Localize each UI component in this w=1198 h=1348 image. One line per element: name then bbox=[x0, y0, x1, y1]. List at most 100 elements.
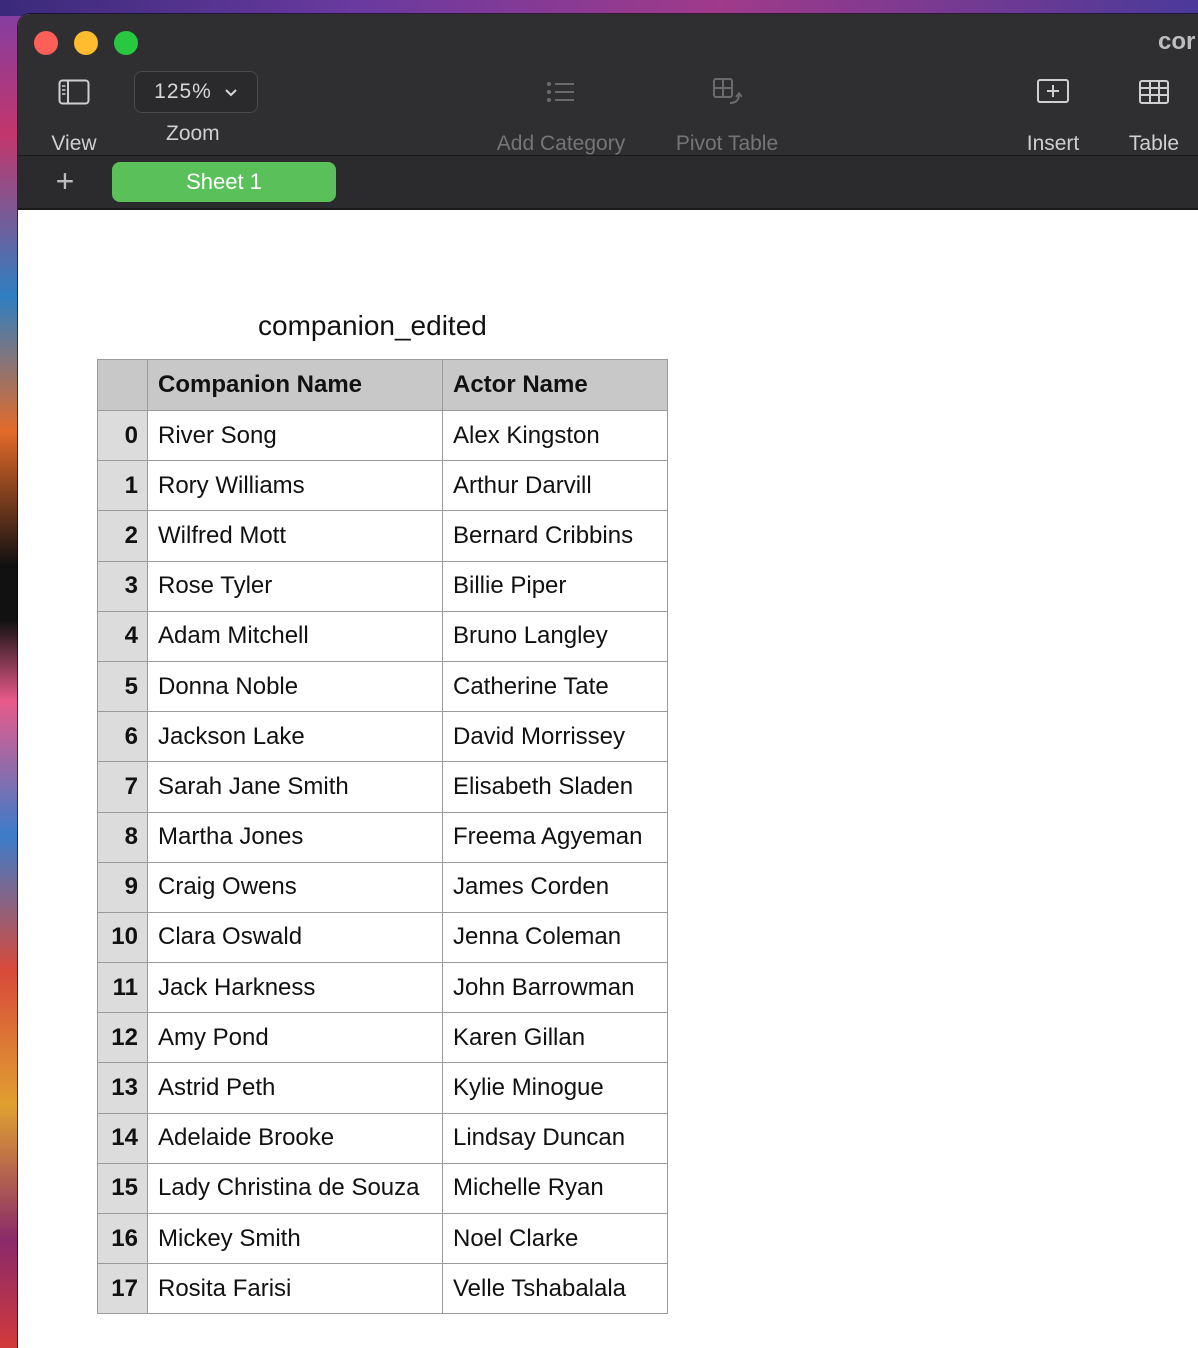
row-index-cell[interactable]: 4 bbox=[97, 610, 148, 662]
table-label: Table bbox=[1128, 132, 1180, 155]
table-row: 15 Lady Christina de Souza Michelle Ryan bbox=[97, 1162, 668, 1215]
row-index-cell[interactable]: 7 bbox=[97, 761, 148, 813]
table-row: 10 Clara Oswald Jenna Coleman bbox=[97, 911, 668, 964]
actor-cell[interactable]: David Morrissey bbox=[442, 711, 668, 763]
pivot-table-label: Pivot Table bbox=[675, 132, 779, 155]
insert-label: Insert bbox=[1026, 132, 1080, 155]
table-title[interactable]: companion_edited bbox=[258, 310, 487, 342]
companion-cell[interactable]: Lady Christina de Souza bbox=[147, 1162, 443, 1215]
tab-sheet-1[interactable]: Sheet 1 bbox=[112, 162, 336, 202]
zoom-select[interactable]: 125% bbox=[134, 71, 258, 113]
actor-cell[interactable]: Lindsay Duncan bbox=[442, 1112, 668, 1164]
table-row: 4 Adam Mitchell Bruno Langley bbox=[97, 610, 668, 662]
actor-cell[interactable]: Jenna Coleman bbox=[442, 911, 668, 964]
actor-cell[interactable]: John Barrowman bbox=[442, 962, 668, 1014]
table-row: 14 Adelaide Brooke Lindsay Duncan bbox=[97, 1112, 668, 1164]
insert-icon bbox=[1018, 72, 1088, 112]
row-index-cell[interactable]: 8 bbox=[97, 811, 148, 863]
companion-cell[interactable]: Jackson Lake bbox=[147, 711, 443, 763]
row-index-cell[interactable]: 10 bbox=[97, 911, 148, 964]
table-row: 13 Astrid Peth Kylie Minogue bbox=[97, 1062, 668, 1114]
actor-cell[interactable]: James Corden bbox=[442, 861, 668, 913]
table-row: 9 Craig Owens James Corden bbox=[97, 861, 668, 913]
chevron-down-icon bbox=[224, 80, 238, 104]
list-icon bbox=[486, 72, 636, 112]
table-row: 5 Donna Noble Catherine Tate bbox=[97, 660, 668, 713]
row-index-cell[interactable]: 0 bbox=[97, 409, 148, 462]
row-index-cell[interactable]: 9 bbox=[97, 861, 148, 913]
row-index-cell[interactable]: 2 bbox=[97, 510, 148, 562]
row-index-cell[interactable]: 11 bbox=[97, 962, 148, 1014]
actor-cell[interactable]: Billie Piper bbox=[442, 560, 668, 612]
row-index-cell[interactable]: 3 bbox=[97, 560, 148, 612]
table-row: 2 Wilfred Mott Bernard Cribbins bbox=[97, 510, 668, 562]
table-row: 8 Martha Jones Freema Agyeman bbox=[97, 811, 668, 863]
companion-cell[interactable]: Martha Jones bbox=[147, 811, 443, 863]
table-icon bbox=[1122, 72, 1186, 112]
actor-cell[interactable]: Alex Kingston bbox=[442, 409, 668, 462]
zoom-value: 125% bbox=[154, 80, 212, 103]
pivot-table-button[interactable]: Pivot Table bbox=[662, 72, 792, 156]
zoom-label: Zoom bbox=[166, 122, 220, 145]
row-index-cell[interactable]: 12 bbox=[97, 1012, 148, 1064]
companion-cell[interactable]: Sarah Jane Smith bbox=[147, 761, 443, 813]
actor-cell[interactable]: Freema Agyeman bbox=[442, 811, 668, 863]
add-category-label: Add Category bbox=[496, 132, 626, 155]
actor-cell[interactable]: Elisabeth Sladen bbox=[442, 761, 668, 813]
view-button[interactable]: View bbox=[44, 72, 104, 156]
row-index-cell[interactable]: 13 bbox=[97, 1062, 148, 1114]
actor-cell[interactable]: Karen Gillan bbox=[442, 1012, 668, 1064]
row-index-cell[interactable]: 5 bbox=[97, 660, 148, 713]
add-sheet-button[interactable]: + bbox=[50, 163, 80, 199]
row-index-cell[interactable]: 15 bbox=[97, 1162, 148, 1215]
row-index-cell[interactable]: 6 bbox=[97, 711, 148, 763]
view-label: View bbox=[51, 132, 97, 155]
companion-cell[interactable]: Adelaide Brooke bbox=[147, 1112, 443, 1164]
actor-cell[interactable]: Noel Clarke bbox=[442, 1212, 668, 1265]
companion-cell[interactable]: Rose Tyler bbox=[147, 560, 443, 612]
companion-cell[interactable]: Amy Pond bbox=[147, 1012, 443, 1064]
row-index-cell[interactable]: 16 bbox=[97, 1212, 148, 1265]
header-cell-index[interactable] bbox=[97, 359, 148, 411]
companion-cell[interactable]: Clara Oswald bbox=[147, 911, 443, 964]
companion-cell[interactable]: Rory Williams bbox=[147, 460, 443, 512]
actor-cell[interactable]: Arthur Darvill bbox=[442, 460, 668, 512]
companion-cell[interactable]: Donna Noble bbox=[147, 660, 443, 713]
data-table[interactable]: Companion Name Actor Name 0 River Song Ale… bbox=[97, 359, 668, 1315]
header-row: Companion Name Actor Name bbox=[97, 359, 668, 411]
row-index-cell[interactable]: 1 bbox=[97, 460, 148, 512]
header-cell-companion-name[interactable]: Companion Name bbox=[147, 359, 443, 411]
actor-cell[interactable]: Catherine Tate bbox=[442, 660, 668, 713]
insert-button[interactable]: Insert bbox=[1018, 72, 1088, 156]
companion-cell[interactable]: Rosita Farisi bbox=[147, 1263, 443, 1315]
companion-cell[interactable]: Astrid Peth bbox=[147, 1062, 443, 1114]
table-row: 16 Mickey Smith Noel Clarke bbox=[97, 1212, 668, 1265]
actor-cell[interactable]: Bernard Cribbins bbox=[442, 510, 668, 562]
actor-cell[interactable]: Michelle Ryan bbox=[442, 1162, 668, 1215]
pivot-table-icon bbox=[662, 72, 792, 112]
companion-cell[interactable]: Jack Harkness bbox=[147, 962, 443, 1014]
companion-cell[interactable]: Adam Mitchell bbox=[147, 610, 443, 662]
companion-cell[interactable]: Mickey Smith bbox=[147, 1212, 443, 1265]
close-window-button[interactable] bbox=[34, 31, 58, 55]
actor-cell[interactable]: Bruno Langley bbox=[442, 610, 668, 662]
sheet-tab-bar: + Sheet 1 bbox=[18, 156, 1198, 210]
table-button[interactable]: Table bbox=[1122, 72, 1186, 156]
add-category-button[interactable]: Add Category bbox=[486, 72, 636, 156]
actor-cell[interactable]: Kylie Minogue bbox=[442, 1062, 668, 1114]
table-row: 17 Rosita Farisi Velle Tshabalala bbox=[97, 1263, 668, 1315]
actor-cell[interactable]: Velle Tshabalala bbox=[442, 1263, 668, 1315]
row-index-cell[interactable]: 17 bbox=[97, 1263, 148, 1315]
companion-cell[interactable]: River Song bbox=[147, 409, 443, 462]
table-row: 7 Sarah Jane Smith Elisabeth Sladen bbox=[97, 761, 668, 813]
companion-cell[interactable]: Craig Owens bbox=[147, 861, 443, 913]
row-index-cell[interactable]: 14 bbox=[97, 1112, 148, 1164]
companion-cell[interactable]: Wilfred Mott bbox=[147, 510, 443, 562]
minimize-window-button[interactable] bbox=[74, 31, 98, 55]
zoom-window-button[interactable] bbox=[114, 31, 138, 55]
table-row: 1 Rory Williams Arthur Darvill bbox=[97, 460, 668, 512]
header-cell-actor-name[interactable]: Actor Name bbox=[442, 359, 668, 411]
table-row: 0 River Song Alex Kingston bbox=[97, 409, 668, 462]
table-row: 11 Jack Harkness John Barrowman bbox=[97, 962, 668, 1014]
window-title: cor bbox=[1158, 28, 1196, 55]
